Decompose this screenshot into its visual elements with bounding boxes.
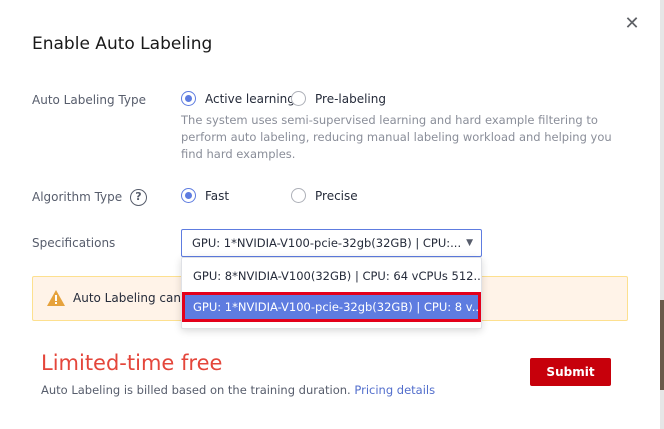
specifications-dropdown: GPU: 8*NVIDIA-V100(32GB) | CPU: 64 vCPUs… [181, 257, 482, 329]
caret-down-icon: ▼ [466, 238, 473, 248]
radio-unchecked-icon [291, 91, 306, 106]
specifications-selected-value: GPU: 1*NVIDIA-V100-pcie-32gb(32GB) | CPU… [192, 236, 462, 250]
labeling-type-description: The system uses semi-supervised learning… [181, 113, 612, 161]
radio-checked-icon [181, 188, 196, 203]
enable-auto-labeling-dialog: ✕ Enable Auto Labeling Auto Labeling Typ… [0, 0, 660, 429]
specifications-label: Specifications [32, 236, 116, 250]
auto-labeling-type-label: Auto Labeling Type [32, 93, 146, 107]
help-icon[interactable]: ? [130, 189, 147, 206]
billing-note-text: Auto Labeling is billed based on the tra… [41, 383, 351, 397]
promo-title: Limited-time free [41, 351, 223, 375]
radio-unchecked-icon [291, 188, 306, 203]
close-icon[interactable]: ✕ [622, 14, 642, 34]
background-edge [660, 0, 664, 429]
submit-button[interactable]: Submit [530, 358, 611, 386]
dialog-title: Enable Auto Labeling [32, 34, 213, 54]
radio-label-precise: Precise [315, 188, 358, 203]
billing-note: Auto Labeling is billed based on the tra… [41, 383, 435, 397]
pricing-details-link[interactable]: Pricing details [354, 383, 435, 397]
background-image-fragment [660, 300, 664, 390]
dropdown-option-selected[interactable]: GPU: 1*NVIDIA-V100-pcie-32gb(32GB) | CPU… [182, 292, 481, 322]
warning-icon [47, 290, 65, 306]
radio-checked-icon [181, 91, 196, 106]
radio-fast[interactable]: Fast [181, 188, 229, 203]
radio-label-fast: Fast [205, 188, 230, 203]
radio-precise[interactable]: Precise [291, 188, 358, 203]
radio-pre-labeling[interactable]: Pre-labeling [291, 91, 386, 106]
radio-active-learning[interactable]: Active learning [181, 91, 295, 106]
specifications-select[interactable]: GPU: 1*NVIDIA-V100-pcie-32gb(32GB) | CPU… [181, 229, 482, 257]
radio-label-pre-labeling: Pre-labeling [315, 91, 386, 106]
algorithm-type-label: Algorithm Type [32, 190, 123, 204]
dropdown-option[interactable]: GPU: 8*NVIDIA-V100(32GB) | CPU: 64 vCPUs… [182, 261, 481, 291]
radio-label-active-learning: Active learning [205, 91, 295, 106]
